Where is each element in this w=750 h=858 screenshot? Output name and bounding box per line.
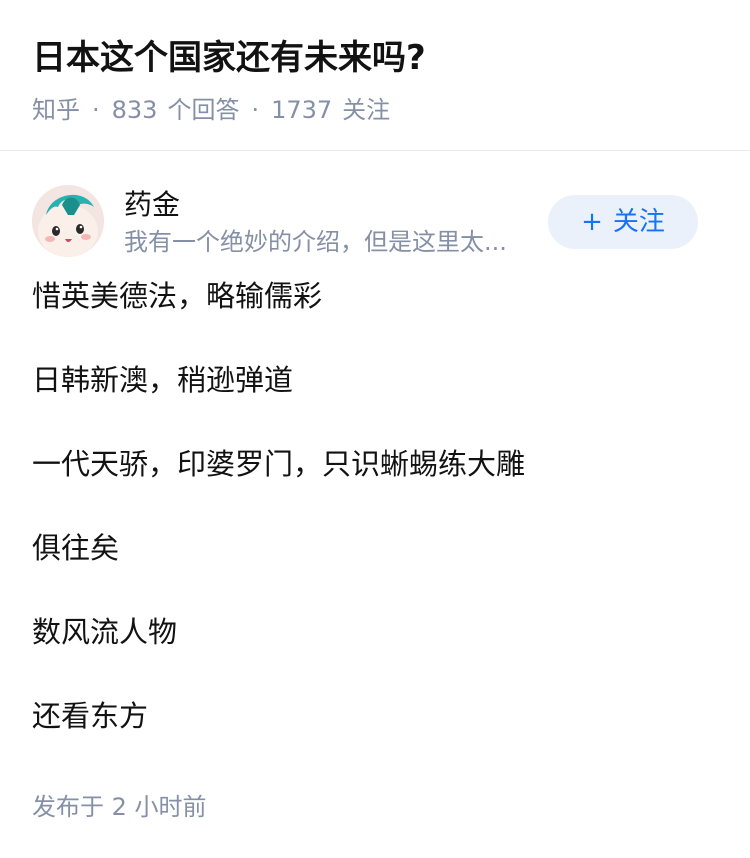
- question-header: 日本这个国家还有未来吗? 知乎 · 833 个回答 · 1737 关注: [0, 0, 750, 151]
- author-name[interactable]: 药金: [124, 187, 180, 223]
- publish-time: 发布于 2 小时前: [32, 790, 207, 824]
- question-title[interactable]: 日本这个国家还有未来吗?: [32, 34, 426, 82]
- answer-content: 惜英美德法，略输儒彩 日韩新澳，稍逊弹道 一代天骄，印婆罗门，只识蜥蜴练大雕 俱…: [32, 275, 718, 779]
- meta-separator: ·: [251, 96, 260, 124]
- follow-button-label: 关注: [612, 207, 665, 237]
- source-label[interactable]: 知乎: [32, 96, 80, 124]
- answer-line: 数风流人物: [32, 615, 178, 649]
- avatar-icon: [32, 185, 104, 257]
- follower-count: 1737: [271, 96, 333, 124]
- avatar[interactable]: [32, 185, 104, 257]
- answer-line: 一代天骄，印婆罗门，只识蜥蜴练大雕: [32, 447, 526, 481]
- answer-count: 833: [111, 96, 158, 124]
- follow-button[interactable]: + 关注: [548, 195, 698, 249]
- answer-count-label: 个回答: [167, 96, 240, 124]
- answer-line: 惜英美德法，略输儒彩: [32, 279, 323, 313]
- answer-line: 还看东方: [32, 699, 149, 733]
- question-meta: 知乎 · 833 个回答 · 1737 关注: [32, 93, 390, 127]
- author-bio: 我有一个绝妙的介绍，但是这里太...: [124, 228, 507, 256]
- publish-time-value: 2 小时前: [111, 793, 207, 821]
- answer-line: 俱往矣: [32, 531, 120, 565]
- publish-label: 发布于: [32, 793, 104, 821]
- follower-count-label: 关注: [342, 96, 391, 124]
- plus-icon: +: [581, 207, 603, 237]
- author-info: 药金 我有一个绝妙的介绍，但是这里太... + 关注: [32, 185, 722, 261]
- meta-separator: ·: [92, 96, 100, 124]
- answer-line: 日韩新澳，稍逊弹道: [32, 363, 294, 397]
